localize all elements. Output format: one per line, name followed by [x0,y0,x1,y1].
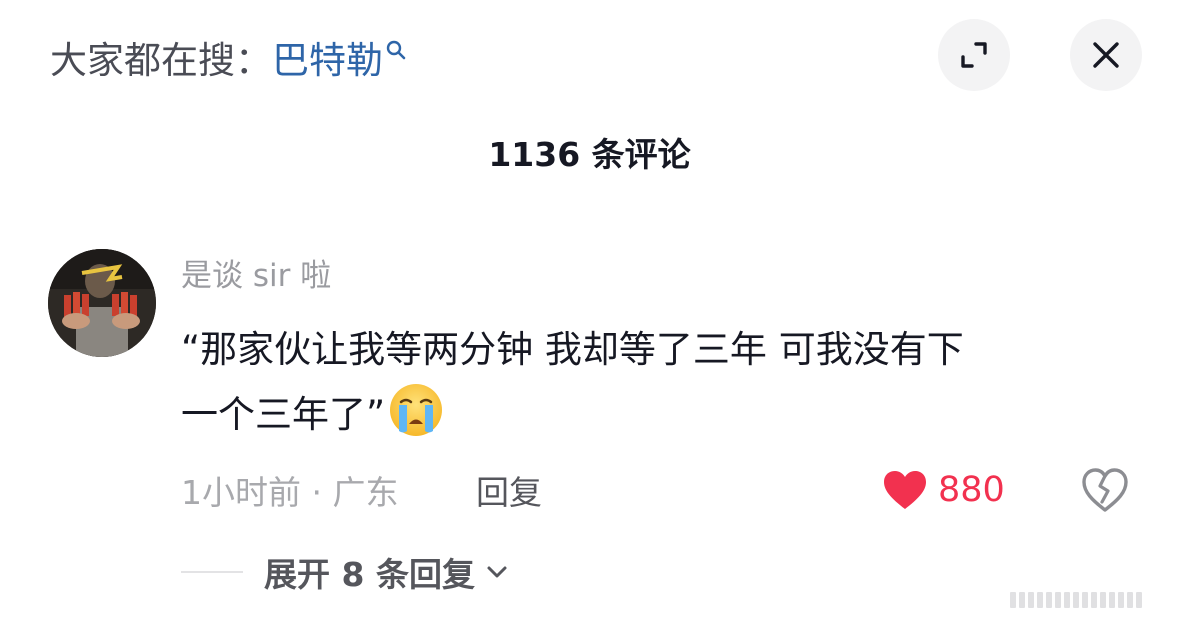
avatar[interactable] [48,249,156,357]
heart-icon [884,471,926,509]
comment-username[interactable]: 是谈 sir 啦 [181,250,331,295]
chevron-down-icon [487,566,507,578]
close-button[interactable] [1070,19,1142,91]
comment-text-line: “那家伙让我等两分钟 我却等了三年 可我没有下 [181,328,964,371]
reply-button[interactable]: 回复 [476,466,542,514]
expand-replies-label: 展开 8 条回复 [264,555,475,594]
search-suggestion[interactable]: 大家都在搜： 巴特勒 [50,30,407,84]
watermark [1010,592,1142,608]
close-icon [1093,42,1119,68]
search-suggestion-keyword[interactable]: 巴特勒 [272,30,383,84]
expand-replies-button[interactable]: 展开 8 条回复 [264,548,511,596]
like-button[interactable]: 880 [882,464,1005,516]
comment-count-title: 1136 条评论 [488,135,691,174]
broken-heart-icon[interactable] [1080,466,1130,514]
search-icon [386,40,406,60]
crying-emoji [390,384,443,436]
search-suggestion-prefix: 大家都在搜： [50,39,272,82]
comment-time-location: 1小时前 · 广东 [181,473,399,512]
avatar-image [48,249,156,357]
comment-text-line: 一个三年了” [181,381,1141,446]
replies-divider [181,571,243,573]
expand-button[interactable] [938,19,1010,91]
comment-text-line-end: 一个三年了” [181,393,386,436]
expand-icon [961,42,987,68]
like-count: 880 [938,470,1005,510]
comment-text: “那家伙让我等两分钟 我却等了三年 可我没有下 一个三年了” [181,318,1141,446]
